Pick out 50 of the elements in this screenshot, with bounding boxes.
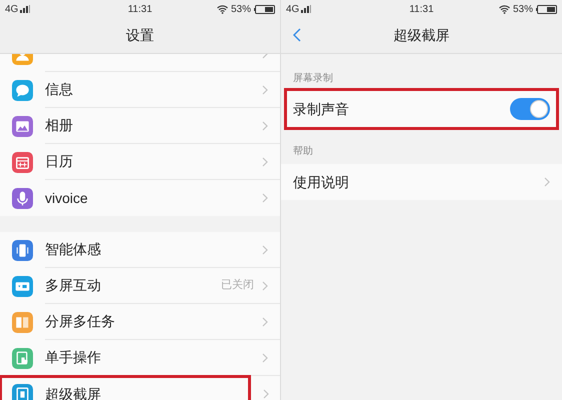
toggle-switch[interactable] xyxy=(510,98,550,120)
chevron-right-icon xyxy=(263,389,269,399)
chevron-right-icon xyxy=(544,177,550,187)
back-chevron-icon xyxy=(293,28,301,42)
chevron-right-icon xyxy=(262,156,268,166)
network-type: 4G xyxy=(5,2,18,16)
screen-title: 超级截屏 xyxy=(394,26,450,45)
chevron-right-icon xyxy=(262,352,268,362)
battery-icon xyxy=(254,4,275,14)
item-label: 录制声音 xyxy=(293,100,350,118)
battery-icon xyxy=(536,4,557,14)
item-label: 多屏互动 xyxy=(45,276,102,295)
chevron-right-icon xyxy=(262,84,268,94)
settings-item[interactable]: 相册 xyxy=(0,108,280,144)
settings-item[interactable]: 多屏互动 已关闭 xyxy=(0,268,280,304)
settings-item[interactable]: 分屏多任务 xyxy=(0,304,280,340)
signal-icon xyxy=(20,5,32,13)
settings-item[interactable]: 智能体感 xyxy=(0,232,280,268)
item-label: 分屏多任务 xyxy=(45,312,116,331)
settings-item[interactable]: 日历 xyxy=(0,144,280,180)
wifi-icon xyxy=(216,4,228,14)
back-button[interactable] xyxy=(293,28,301,42)
settings-item[interactable]: vivoice xyxy=(0,180,280,216)
section-header: 屏幕录制 xyxy=(293,72,333,86)
battery-percent: 53% xyxy=(512,2,533,16)
chevron-right-icon xyxy=(262,120,268,130)
settings-item[interactable]: 信息 xyxy=(0,72,280,108)
battery-percent: 53% xyxy=(230,2,251,16)
settings-item[interactable]: 单手操作 xyxy=(0,340,280,376)
section-header: 帮助 xyxy=(293,144,313,159)
settings-item[interactable]: 录制声音 xyxy=(287,91,556,127)
item-label: 信息 xyxy=(45,80,74,99)
wifi-icon xyxy=(498,4,510,14)
status-time: 11:31 xyxy=(409,2,434,16)
item-label: 智能体感 xyxy=(45,240,102,259)
chevron-right-icon xyxy=(262,316,268,326)
item-label: 使用说明 xyxy=(293,172,350,192)
item-label: 日历 xyxy=(45,152,74,171)
chevron-right-icon xyxy=(262,280,268,290)
item-label: vivoice xyxy=(45,188,89,208)
chevron-right-icon xyxy=(262,193,268,203)
status-time: 11:31 xyxy=(128,2,152,16)
item-label: 单手操作 xyxy=(45,348,102,367)
screen-title: 设置 xyxy=(126,26,154,45)
item-value: 已关闭 xyxy=(221,278,254,294)
settings-item[interactable]: 使用说明 xyxy=(281,164,562,200)
network-type: 4G xyxy=(286,2,300,16)
item-label: 相册 xyxy=(45,116,74,135)
signal-icon xyxy=(301,5,312,13)
chevron-right-icon xyxy=(262,244,268,254)
